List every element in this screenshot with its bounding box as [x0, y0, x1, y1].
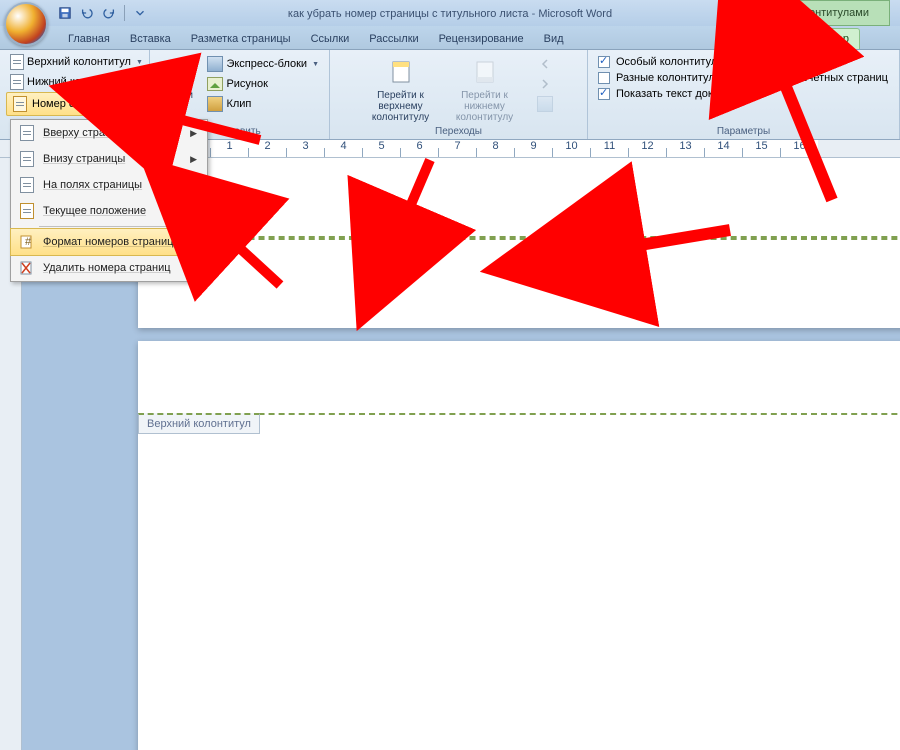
separator: [39, 226, 203, 227]
qat-customize-icon[interactable]: [131, 4, 149, 22]
redo-icon[interactable]: [100, 4, 118, 22]
link-icon: [537, 96, 553, 112]
chevron-down-icon: ▼: [132, 79, 139, 86]
ruler-tick: [400, 148, 438, 158]
link-previous-button: [533, 94, 557, 114]
ruler-tick: [514, 148, 552, 158]
quick-parts-icon: [207, 56, 223, 72]
ruler-tick: [742, 148, 780, 158]
page-number-field[interactable]: 2: [580, 243, 595, 260]
quick-parts-button[interactable]: Экспресс-блоки ▼: [203, 54, 323, 74]
ruler-tick: [362, 148, 400, 158]
chevron-down-icon: ▼: [124, 101, 131, 108]
menu-top-of-page[interactable]: Вверху страницы ▶: [11, 120, 207, 146]
ruler-tick: [590, 148, 628, 158]
page-top-icon: [17, 125, 37, 141]
remove-icon: [17, 260, 37, 276]
picture-icon: [207, 76, 223, 92]
app-name: Microsoft Word: [538, 8, 612, 20]
ruler-tick: [780, 148, 818, 158]
group-label: Переходы: [330, 126, 587, 137]
group-label: Параметры: [588, 126, 899, 137]
previous-section-button: [533, 54, 557, 74]
picture-button[interactable]: Рисунок: [203, 74, 323, 94]
group-options: Особый колонтитул для первой страницы Ра…: [588, 50, 900, 139]
page-number-dropdown: Вверху страницы ▶ Внизу страницы ▶ На по…: [10, 119, 208, 282]
header-tab-label: Верхний колонтитул: [138, 413, 260, 434]
calendar-icon: [162, 56, 194, 88]
format-icon: #: [17, 234, 37, 250]
tab-review[interactable]: Рецензирование: [429, 29, 534, 49]
checkbox-icon: [598, 56, 610, 68]
title-bar: как убрать номер страницы с титульного л…: [0, 0, 900, 26]
menu-remove-page-numbers[interactable]: Удалить номера страниц: [11, 255, 207, 281]
ruler-tick: [286, 148, 324, 158]
goto-footer-icon: [469, 56, 501, 88]
chevron-right-icon: ▶: [190, 206, 201, 217]
tab-view[interactable]: Вид: [534, 29, 574, 49]
tab-mailings[interactable]: Рассылки: [359, 29, 428, 49]
menu-current-position[interactable]: Текущее положение ▶: [11, 198, 207, 224]
document-name: как убрать номер страницы с титульного л…: [288, 8, 529, 20]
goto-header-icon: [385, 56, 417, 88]
page-number-icon: [12, 96, 28, 112]
page-previous: нтитул 2: [138, 158, 900, 328]
date-time-button[interactable]: Дата и: [156, 54, 199, 103]
quick-access-toolbar: [56, 4, 149, 22]
footer-button[interactable]: Нижний колонтитул ▼: [6, 72, 143, 92]
menu-bottom-of-page[interactable]: Внизу страницы ▶: [11, 146, 207, 172]
menu-format-page-numbers[interactable]: # Формат номеров страниц...: [11, 229, 207, 255]
next-icon: [537, 76, 553, 92]
checkbox-icon: [598, 72, 610, 84]
different-first-page-checkbox[interactable]: Особый колонтитул для первой страницы: [594, 54, 893, 70]
goto-footer-button: Перейти к нижнему колонтитулу: [445, 54, 525, 125]
current-position-icon: [17, 203, 37, 219]
ruler-tick: [438, 148, 476, 158]
header-button[interactable]: Верхний колонтитул ▼: [6, 52, 143, 72]
clip-icon: [207, 96, 223, 112]
svg-text:#: #: [25, 236, 32, 248]
undo-icon[interactable]: [78, 4, 96, 22]
prev-icon: [537, 56, 553, 72]
ruler-tick: [552, 148, 590, 158]
chevron-right-icon: ▶: [190, 128, 201, 139]
tab-design[interactable]: Конструктор: [775, 28, 860, 49]
tab-references[interactable]: Ссылки: [301, 29, 360, 49]
show-document-text-checkbox[interactable]: Показать текст документа: [594, 86, 893, 102]
page-current: Верхний колонтитул: [138, 341, 900, 750]
save-icon[interactable]: [56, 4, 74, 22]
group-navigation: Перейти к верхнему колонтитулу Перейти к…: [330, 50, 588, 139]
ribbon-tab-strip: Главная Вставка Разметка страницы Ссылки…: [0, 26, 900, 50]
tab-insert[interactable]: Вставка: [120, 29, 181, 49]
tab-page-layout[interactable]: Разметка страницы: [181, 29, 301, 49]
ruler-tick: [704, 148, 742, 158]
office-button[interactable]: [4, 2, 48, 46]
header-icon: [10, 54, 24, 70]
different-odd-even-checkbox[interactable]: Разные колонтитулы для четных и нечетных…: [594, 70, 893, 86]
chevron-right-icon: ▶: [190, 154, 201, 165]
menu-page-margins[interactable]: На полях страницы ▶: [11, 172, 207, 198]
clip-art-button[interactable]: Клип: [203, 94, 323, 114]
contextual-tab-header-footer[interactable]: Работа с колонтитулами: [723, 0, 890, 26]
chevron-right-icon: ▶: [190, 180, 201, 191]
ruler-tick: [666, 148, 704, 158]
ruler-tick: [628, 148, 666, 158]
checkbox-icon: [598, 88, 610, 100]
page-margins-icon: [17, 177, 37, 193]
chevron-down-icon: ▼: [136, 59, 143, 66]
page-number-button[interactable]: Номер страницы ▼: [6, 92, 143, 116]
page-bottom-icon: [17, 151, 37, 167]
next-section-button: [533, 74, 557, 94]
ruler-tick: [248, 148, 286, 158]
tab-home[interactable]: Главная: [58, 29, 120, 49]
ruler-tick: [324, 148, 362, 158]
separator: [124, 5, 125, 21]
ruler-tick: [476, 148, 514, 158]
footer-icon: [10, 74, 24, 90]
goto-header-button[interactable]: Перейти к верхнему колонтитулу: [361, 54, 441, 125]
chevron-down-icon: ▼: [312, 61, 319, 68]
ruler-tick: [210, 148, 248, 158]
